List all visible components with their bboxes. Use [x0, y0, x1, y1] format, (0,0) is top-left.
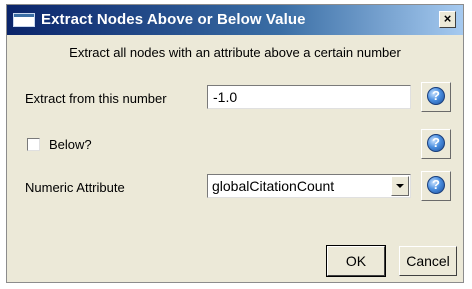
dialog-description: Extract all nodes with an attribute abov… — [69, 45, 401, 60]
numeric-attribute-help-button[interactable]: ? — [421, 171, 451, 201]
help-icon: ? — [427, 87, 445, 105]
below-label: Below? — [49, 137, 92, 152]
close-button[interactable]: × — [439, 11, 456, 28]
extract-from-help-button[interactable]: ? — [421, 82, 451, 112]
help-icon: ? — [427, 176, 445, 194]
below-checkbox[interactable] — [27, 138, 40, 151]
window-icon — [13, 13, 35, 27]
chevron-down-icon[interactable] — [391, 176, 409, 196]
dialog-window: Extract Nodes Above or Below Value × Ext… — [6, 4, 464, 283]
below-help-button[interactable]: ? — [421, 129, 451, 159]
ok-button[interactable]: OK — [326, 245, 386, 277]
extract-from-input[interactable]: -1.0 — [207, 85, 411, 109]
title-bar[interactable]: Extract Nodes Above or Below Value × — [7, 5, 463, 35]
dialog-title: Extract Nodes Above or Below Value — [41, 11, 306, 28]
numeric-attribute-label: Numeric Attribute — [25, 180, 125, 195]
numeric-attribute-value: globalCitationCount — [212, 178, 335, 194]
help-icon: ? — [427, 134, 445, 152]
cancel-button[interactable]: Cancel — [399, 246, 457, 276]
extract-from-label: Extract from this number — [25, 91, 167, 106]
numeric-attribute-select[interactable]: globalCitationCount — [207, 174, 411, 198]
